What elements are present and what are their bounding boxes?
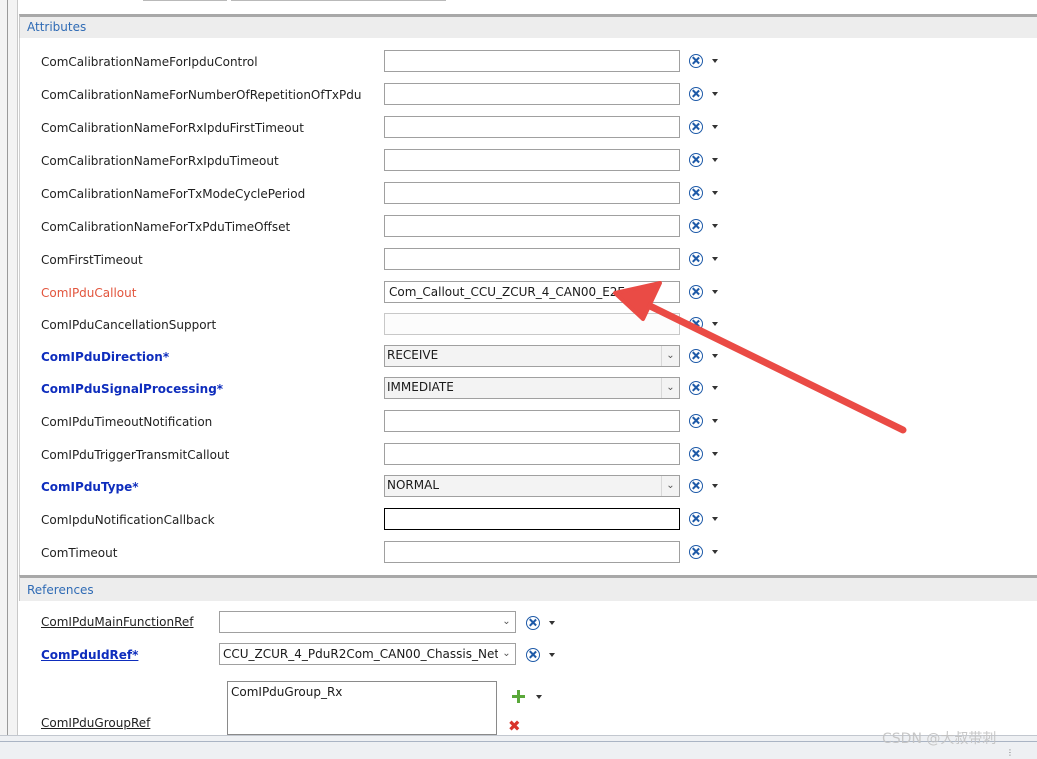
wrench-circle-icon[interactable] xyxy=(689,87,703,101)
dropdown-triangle-icon[interactable] xyxy=(549,653,555,657)
dropdown-triangle-icon[interactable] xyxy=(712,191,718,195)
dropdown-triangle-icon[interactable] xyxy=(712,354,718,358)
dropdown-triangle-icon[interactable] xyxy=(712,59,718,63)
attribute-label: ComIPduType* xyxy=(41,480,139,494)
attributes-section-title: Attributes xyxy=(27,20,87,34)
attribute-label: ComCalibrationNameForNumberOfRepetitionO… xyxy=(41,88,362,102)
attribute-label: ComFirstTimeout xyxy=(41,253,143,267)
attribute-input[interactable] xyxy=(384,182,680,204)
dropdown-triangle-icon[interactable] xyxy=(712,419,718,423)
top-strip xyxy=(0,0,1037,14)
main-function-ref-label: ComIPduMainFunctionRef xyxy=(41,615,194,629)
attribute-combo[interactable]: IMMEDIATE ⌄ xyxy=(384,377,680,399)
references-section-header[interactable]: References xyxy=(19,575,1037,601)
pdu-id-ref-combo[interactable]: CCU_ZCUR_4_PduR2Com_CAN00_Chassis_Netwo … xyxy=(219,643,516,665)
attribute-value: Com_Callout_CCU_ZCUR_4_CAN00_E2E xyxy=(389,285,625,299)
wrench-circle-icon[interactable] xyxy=(689,349,703,363)
attribute-label: ComCalibrationNameForTxModeCyclePeriod xyxy=(41,187,306,201)
ipdu-group-ref-list[interactable]: ComIPduGroup_Rx xyxy=(227,681,497,735)
top-field-2[interactable] xyxy=(231,0,446,1)
left-tree-gutter xyxy=(0,0,18,735)
resize-grip-icon[interactable]: ⋮ xyxy=(1006,748,1014,757)
x-icon[interactable]: ✖ xyxy=(508,719,522,734)
attribute-input[interactable] xyxy=(384,313,680,335)
attribute-input[interactable] xyxy=(384,215,680,237)
attribute-combo[interactable]: NORMAL ⌄ xyxy=(384,475,680,497)
dropdown-triangle-icon[interactable] xyxy=(712,452,718,456)
attribute-label: ComIPduCancellationSupport xyxy=(41,318,217,332)
wrench-circle-icon[interactable] xyxy=(689,219,703,233)
wrench-circle-icon[interactable] xyxy=(689,153,703,167)
chevron-down-icon[interactable]: ⌄ xyxy=(498,612,515,632)
references-section-title: References xyxy=(27,583,94,597)
attributes-section-header[interactable]: Attributes xyxy=(19,14,1037,38)
pdu-id-ref-value: CCU_ZCUR_4_PduR2Com_CAN00_Chassis_Netwo xyxy=(223,647,516,661)
attribute-value: RECEIVE xyxy=(387,348,439,362)
attribute-label: ComIPduSignalProcessing* xyxy=(41,382,224,396)
attribute-input[interactable] xyxy=(384,410,680,432)
attribute-label: ComCalibrationNameForTxPduTimeOffset xyxy=(41,220,291,234)
attribute-input[interactable] xyxy=(384,83,680,105)
wrench-circle-icon[interactable] xyxy=(526,648,540,662)
wrench-circle-icon[interactable] xyxy=(689,285,703,299)
dropdown-triangle-icon[interactable] xyxy=(712,322,718,326)
attribute-input[interactable] xyxy=(384,443,680,465)
wrench-circle-icon[interactable] xyxy=(689,381,703,395)
dropdown-triangle-icon[interactable] xyxy=(712,125,718,129)
main-function-ref-combo[interactable]: ⌄ xyxy=(219,611,516,633)
attribute-input[interactable] xyxy=(384,116,680,138)
attribute-label: ComCalibrationNameForRxIpduTimeout xyxy=(41,154,279,168)
dropdown-triangle-icon[interactable] xyxy=(712,224,718,228)
dropdown-triangle-icon[interactable] xyxy=(712,290,718,294)
attribute-value: NORMAL xyxy=(387,478,440,492)
attribute-label: ComIPduTimeoutNotification xyxy=(41,415,213,429)
chevron-down-icon[interactable]: ⌄ xyxy=(661,378,679,398)
chevron-down-icon[interactable]: ⌄ xyxy=(661,476,679,496)
ipdu-group-ref-label: ComIPduGroupRef xyxy=(41,716,151,730)
dropdown-triangle-icon[interactable] xyxy=(712,386,718,390)
wrench-circle-icon[interactable] xyxy=(689,54,703,68)
wrench-circle-icon[interactable] xyxy=(689,414,703,428)
wrench-circle-icon[interactable] xyxy=(689,512,703,526)
dropdown-triangle-icon[interactable] xyxy=(536,695,542,699)
wrench-circle-icon[interactable] xyxy=(689,317,703,331)
attribute-label: ComCalibrationNameForRxIpduFirstTimeout xyxy=(41,121,304,135)
wrench-circle-icon[interactable] xyxy=(689,252,703,266)
attribute-label: ComTimeout xyxy=(41,546,118,560)
wrench-circle-icon[interactable] xyxy=(526,616,540,630)
top-field-1[interactable] xyxy=(143,0,227,1)
wrench-circle-icon[interactable] xyxy=(689,447,703,461)
attribute-input[interactable] xyxy=(384,508,680,530)
wrench-circle-icon[interactable] xyxy=(689,545,703,559)
attribute-value: IMMEDIATE xyxy=(387,380,454,394)
list-item[interactable]: ComIPduGroup_Rx xyxy=(231,685,342,699)
wrench-circle-icon[interactable] xyxy=(689,186,703,200)
attribute-label: ComIPduTriggerTransmitCallout xyxy=(41,448,230,462)
dropdown-triangle-icon[interactable] xyxy=(549,621,555,625)
attribute-label: ComCalibrationNameForIpduControl xyxy=(41,55,258,69)
attribute-input[interactable] xyxy=(384,149,680,171)
chevron-down-icon[interactable]: ⌄ xyxy=(661,346,679,366)
pdu-id-ref-label: ComPduIdRef* xyxy=(41,648,139,662)
watermark: CSDN @大叔带刺 xyxy=(882,731,997,747)
dropdown-triangle-icon[interactable] xyxy=(712,517,718,521)
attribute-input[interactable] xyxy=(384,541,680,563)
wrench-circle-icon[interactable] xyxy=(689,120,703,134)
attribute-input[interactable] xyxy=(384,50,680,72)
dropdown-triangle-icon[interactable] xyxy=(712,92,718,96)
dropdown-triangle-icon[interactable] xyxy=(712,158,718,162)
attribute-combo[interactable]: RECEIVE ⌄ xyxy=(384,345,680,367)
dropdown-triangle-icon[interactable] xyxy=(712,550,718,554)
chevron-down-icon[interactable]: ⌄ xyxy=(498,644,515,664)
dropdown-triangle-icon[interactable] xyxy=(712,484,718,488)
attribute-input[interactable]: Com_Callout_CCU_ZCUR_4_CAN00_E2E xyxy=(384,281,680,303)
attribute-input[interactable] xyxy=(384,248,680,270)
attribute-label: ComIpduNotificationCallback xyxy=(41,513,215,527)
wrench-circle-icon[interactable] xyxy=(689,479,703,493)
dropdown-triangle-icon[interactable] xyxy=(712,257,718,261)
plus-icon[interactable] xyxy=(512,690,525,703)
attribute-label: ComIPduDirection* xyxy=(41,350,170,364)
attributes-section-body: ComCalibrationNameForIpduControl ComCalib… xyxy=(19,38,1037,575)
attribute-label: ComIPduCallout xyxy=(41,286,137,300)
